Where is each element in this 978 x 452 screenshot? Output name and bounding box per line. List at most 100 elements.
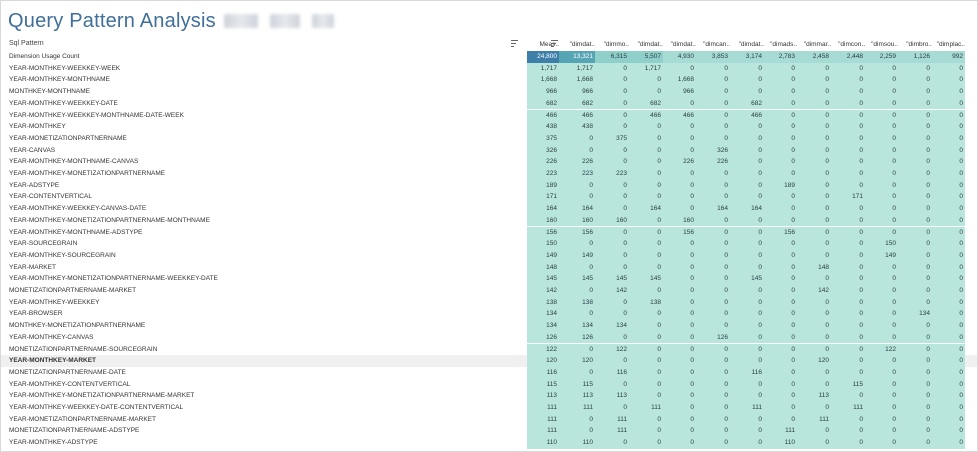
table-row[interactable]: MONTHKEY-MONETIZATIONPARTNERNAME 134 134 13… — [1, 320, 977, 332]
table-cell: 1,668 — [527, 74, 559, 87]
table-row[interactable]: YEAR-MONTHKEY-CONTENTVERTICAL 115 115 0 0 0 0 0… — [1, 378, 977, 391]
table-cell: 0 — [559, 308, 595, 321]
column-header[interactable]: "dimdat.. — [663, 41, 696, 48]
table-cell: 0 — [730, 132, 764, 145]
table-cell: 122 — [595, 343, 629, 356]
table-cell: 0 — [696, 355, 730, 367]
table-cell: 0 — [865, 191, 898, 204]
row-label: YEAR-MONTHKEY-MARKET — [9, 357, 97, 365]
row-label: YEAR-MONTHKEY-CANVAS — [9, 333, 94, 341]
table-cell: 0 — [831, 308, 865, 321]
table-row[interactable]: YEAR-MONTHKEY-WEEKKEY-DATE-CONTENTVERTIC… — [1, 402, 977, 414]
table-cell: 142 — [527, 285, 559, 297]
table-cell: 0 — [663, 331, 696, 344]
table-row[interactable]: YEAR-MONETIZATIONPARTNERNAME 375 0 375 0 0 0 0 0… — [1, 132, 977, 145]
sort-icon[interactable] — [551, 40, 559, 48]
table-cell: 1,668 — [663, 74, 696, 87]
table-cell: 0 — [898, 74, 932, 87]
table-row[interactable]: YEAR-MONTHKEY-MONTHNAME-ADSTYPE 156 156 0 0 1… — [1, 226, 977, 239]
table-cell: 0 — [865, 121, 898, 133]
table-row[interactable]: YEAR-MONTHKEY-MONTHNAME 1,668 1,668 0 0 1,668… — [1, 74, 977, 87]
table-row[interactable]: YEAR-MONTHKEY-WEEKKEY-WEEK 1,717 1,717 0 1,7… — [1, 62, 977, 75]
table-cell: 0 — [797, 226, 831, 239]
column-header[interactable]: "dimplac.. — [932, 41, 965, 48]
table-row[interactable]: YEAR-MONTHKEY 438 438 0 0 0 0 0 0 0 0 0 0 0 — [1, 121, 977, 133]
table-row[interactable]: YEAR-MONTHKEY-MONETIZATIONPARTNERNAME 223… — [1, 168, 977, 180]
table-row[interactable]: YEAR-CANVAS 326 0 0 0 0 326 0 0 0 0 0 0 0 — [1, 144, 977, 157]
row-label: YEAR-MONTHKEY-WEEKKEY-WEEK — [9, 64, 121, 72]
table-cell: 111 — [527, 413, 559, 426]
table-cell: 0 — [696, 226, 730, 239]
table-cell: 0 — [865, 378, 898, 391]
column-header[interactable]: "dimdat.. — [629, 41, 663, 48]
column-header[interactable]: "dimcan.. — [696, 41, 730, 48]
table-cell: 116 — [595, 366, 629, 379]
table-cell: 0 — [629, 261, 663, 274]
table-row[interactable]: YEAR-MARKET 148 0 0 0 0 0 0 0 148 0 0 0 0 — [1, 261, 977, 274]
table-cell: 0 — [865, 366, 898, 379]
table-cell: 0 — [898, 238, 932, 250]
table-cell: 160 — [663, 214, 696, 227]
table-cell: 0 — [696, 168, 730, 180]
table-row[interactable]: YEAR-MONTHKEY-ADSTYPE 110 110 0 0 0 0 0 110 0 0 0 0 0 — [1, 437, 977, 449]
table-row[interactable]: YEAR-MONTHKEY-MARKET 120 120 0 0 0 0 0 0 120 0 0 0 0 — [1, 355, 977, 367]
column-header[interactable]: "dimads.. — [764, 41, 797, 48]
table-row[interactable]: YEAR-MONTHKEY-WEEKKEY-DATE 682 682 0 682 0 0 68… — [1, 97, 977, 110]
table-row[interactable]: YEAR-MONTHKEY-MONETIZATIONPARTNERNAME-MO… — [1, 214, 977, 227]
table-cell: 0 — [696, 121, 730, 133]
table-row[interactable]: MONETIZATIONPARTNERNAME-DATE 116 0 116 0 0 0 11… — [1, 366, 977, 379]
table-row[interactable]: YEAR-MONTHKEY-WEEKKEY 138 138 0 138 0 0 0 0 0 0 0 0 0 — [1, 296, 977, 309]
table-row[interactable]: Dimension Usage Count 24,800 13,321 6,315 5,… — [1, 51, 977, 63]
table-row[interactable]: YEAR-MONTHKEY-MONETIZATIONPARTNERNAME-MA… — [1, 390, 977, 402]
table-row[interactable]: YEAR-CONTENTVERTICAL 171 0 0 0 0 0 0 0 0 171 0 0 0 — [1, 191, 977, 204]
table-cell: 0 — [663, 203, 696, 215]
sort-icon[interactable] — [511, 40, 519, 48]
table-cell: 0 — [865, 97, 898, 110]
table-cell: 0 — [696, 343, 730, 356]
table-row[interactable]: YEAR-MONTHKEY-WEEKKEY-CANVAS-DATE 164 164 0… — [1, 203, 977, 215]
table-cell: 0 — [764, 97, 797, 110]
table-cell: 0 — [764, 249, 797, 262]
table-cell: 0 — [898, 62, 932, 75]
column-header[interactable]: "dimbro.. — [898, 41, 932, 48]
table-row[interactable]: YEAR-BROWSER 134 0 0 0 0 0 0 0 0 0 0 134 0 — [1, 308, 977, 321]
table-cell: 466 — [663, 109, 696, 122]
column-header[interactable]: "dimdat.. — [730, 41, 764, 48]
column-header[interactable]: "dimmo.. — [595, 41, 629, 48]
table-cell: 0 — [797, 331, 831, 344]
table-row[interactable]: MONETIZATIONPARTNERNAME-ADSTYPE 111 0 111 0 0… — [1, 425, 977, 438]
column-header[interactable]: "dimsou.. — [865, 41, 898, 48]
table-row[interactable]: YEAR-MONTHKEY-WEEKKEY-MONTHNAME-DATE-WEE… — [1, 109, 977, 122]
table-row[interactable]: YEAR-MONTHKEY-SOURCEGRAIN 149 149 0 0 0 0 0 0 0 0 1… — [1, 249, 977, 262]
table-row[interactable]: MONETIZATIONPARTNERNAME-SOURCEGRAIN 122 0 1… — [1, 343, 977, 356]
table-cell: 0 — [663, 261, 696, 274]
table-cell: 0 — [663, 296, 696, 309]
row-label: YEAR-MONTHKEY-MONETIZATIONPARTNERNAME-MO… — [9, 216, 210, 224]
table-row[interactable]: YEAR-MONTHKEY-MONETIZATIONPARTNERNAME-WE… — [1, 273, 977, 285]
table-row[interactable]: MONETIZATIONPARTNERNAME-MARKET 142 0 142 0 0 0… — [1, 285, 977, 297]
table-cell: 3,174 — [730, 51, 764, 63]
table-row[interactable]: YEAR-SOURCEGRAIN 150 0 0 0 0 0 0 0 0 0 150 0 0 — [1, 238, 977, 250]
table-cell: 0 — [696, 402, 730, 414]
column-header[interactable]: "dimdat.. — [559, 41, 595, 48]
table-row[interactable]: MONTHKEY-MONTHNAME 966 966 0 0 966 0 0 0 0 0 0 0 0 — [1, 86, 977, 98]
column-header[interactable]: "dimcon.. — [831, 41, 865, 48]
table-cell: 0 — [696, 378, 730, 391]
table-cell: 0 — [932, 366, 965, 379]
table-cell: 0 — [932, 261, 965, 274]
table-cell: 171 — [831, 191, 865, 204]
table-cell: 0 — [797, 437, 831, 449]
table-row[interactable]: YEAR-MONETIZATIONPARTNERNAME-MARKET 111 0 1… — [1, 413, 977, 426]
table-cell: 0 — [764, 296, 797, 309]
table-cell: 0 — [696, 320, 730, 332]
table-cell: 0 — [663, 285, 696, 297]
row-label: YEAR-MONTHKEY-SOURCEGRAIN — [9, 251, 116, 259]
table-cell: 0 — [663, 249, 696, 262]
table-row[interactable]: YEAR-MONTHKEY-CANVAS 126 126 0 0 0 126 0 0 0 0 0 0 0 — [1, 331, 977, 344]
table-row[interactable]: YEAR-ADSTYPE 189 0 0 0 0 0 0 189 0 0 0 0 0 — [1, 179, 977, 192]
table-cell: 122 — [865, 343, 898, 356]
column-header[interactable]: "dimmar.. — [797, 41, 831, 48]
table-cell: 0 — [595, 308, 629, 321]
table-row[interactable]: YEAR-MONTHKEY-MONTHNAME-CANVAS 226 226 0 0 22… — [1, 156, 977, 168]
table-cell: 0 — [559, 343, 595, 356]
